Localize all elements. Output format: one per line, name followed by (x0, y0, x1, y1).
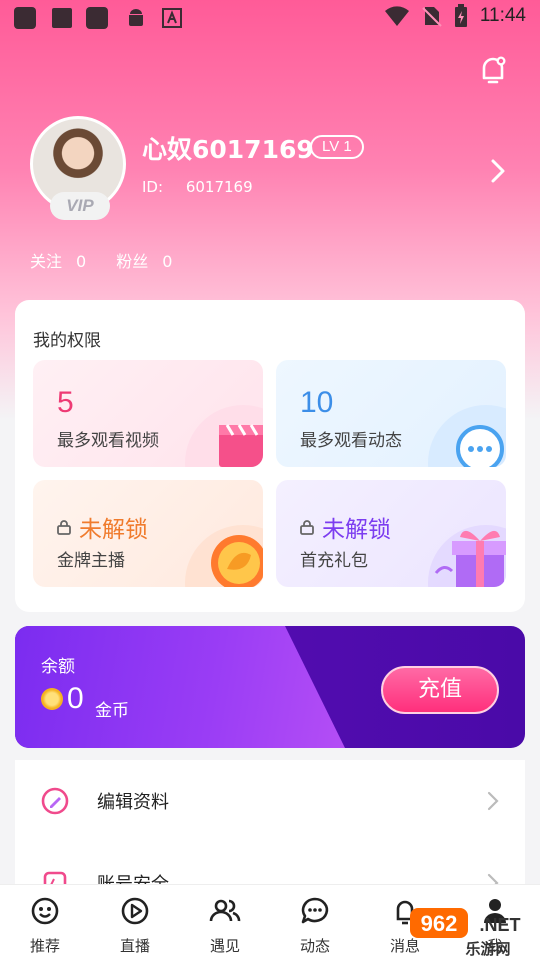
locked-status: 未解锁 (300, 510, 391, 544)
text-app-icon (162, 8, 182, 28)
tab-label: 直播 (119, 937, 150, 955)
tab-meet[interactable]: 遇见 (180, 885, 270, 960)
permission-tile-video[interactable]: 5 最多观看视频 (33, 360, 263, 467)
chat-bubble-icon (428, 405, 506, 467)
balance-panel (15, 626, 345, 748)
recharge-button[interactable]: 充值 (381, 666, 499, 714)
tab-label: 动态 (299, 937, 330, 955)
menu-item-account-security[interactable]: 账号安全 (15, 842, 525, 886)
lock-icon (57, 520, 71, 535)
menu-item-label: 编辑资料 (97, 792, 169, 813)
user-id-label: ID: (142, 178, 164, 196)
fans-label: 粉丝 (116, 252, 149, 271)
status-bar: 11:44 (0, 0, 540, 36)
menu-item-edit-profile[interactable]: 编辑资料 (15, 760, 525, 842)
watermark-suffix: .NET (479, 915, 520, 935)
settings-menu: 编辑资料 账号安全 (15, 760, 525, 886)
fans-stat[interactable]: 粉丝 0 (116, 248, 172, 272)
permission-tile-gold-host[interactable]: 未解锁 金牌主播 (33, 480, 263, 587)
watermark-number: 962 (421, 911, 458, 936)
user-id-value: 6017169 (185, 178, 253, 196)
balance-unit: 金币 (95, 701, 129, 721)
android-icon (129, 9, 143, 26)
locked-label: 未解锁 (322, 517, 391, 543)
avatar-wrap[interactable]: VIP (30, 116, 126, 220)
notification-icon (14, 7, 36, 29)
battery-icon (454, 4, 467, 27)
permission-tile-first-recharge[interactable]: 未解锁 首充礼包 (276, 480, 506, 587)
permissions-title: 我的权限 (33, 331, 101, 351)
notification-icon (86, 7, 108, 29)
permission-label: 最多观看视频 (57, 431, 159, 451)
lock-icon (300, 520, 314, 535)
chat-icon (301, 897, 329, 924)
permission-label: 最多观看动态 (300, 431, 402, 451)
permission-label: 金牌主播 (57, 551, 125, 571)
edit-icon (41, 787, 69, 815)
tab-label: 遇见 (209, 937, 240, 955)
permissions-card: 我的权限 5 最多观看视频 10 最多观看动态 未解锁 金牌主播 未解锁 首充礼… (15, 300, 525, 612)
tab-recommend[interactable]: 推荐 (0, 885, 90, 960)
locked-status: 未解锁 (57, 510, 148, 544)
fans-count: 0 (162, 252, 173, 271)
follow-count: 0 (76, 252, 87, 271)
level-badge: LV 1 (310, 135, 364, 159)
vip-badge: VIP (50, 192, 110, 220)
clapperboard-icon (185, 405, 263, 467)
username: 心奴6017169 (142, 135, 314, 164)
clock: 11:44 (479, 5, 526, 26)
balance-card: 余额 0 金币 充值 (15, 626, 525, 748)
balance-label: 余额 (41, 657, 75, 677)
permission-label: 首充礼包 (300, 551, 368, 571)
follow-stats: 关注 0 粉丝 0 (30, 248, 172, 272)
chevron-right-icon[interactable] (488, 158, 508, 184)
tab-label: 推荐 (29, 937, 60, 955)
play-icon (121, 897, 149, 925)
smile-icon (31, 897, 59, 925)
tab-live[interactable]: 直播 (90, 885, 180, 960)
tab-moments[interactable]: 动态 (270, 885, 360, 960)
no-sim-icon (422, 7, 442, 27)
people-icon (209, 899, 241, 922)
permission-value: 10 (300, 386, 334, 419)
permission-value: 5 (57, 386, 74, 419)
coin-icon (41, 688, 63, 710)
gift-box-icon (428, 525, 506, 587)
balance-amount: 0 (67, 682, 84, 715)
locked-label: 未解锁 (79, 517, 148, 543)
notification-icon (52, 8, 72, 28)
permission-tile-moments[interactable]: 10 最多观看动态 (276, 360, 506, 467)
user-id: ID: 6017169 (142, 178, 253, 196)
follow-label: 关注 (30, 252, 63, 271)
wifi-icon (384, 6, 409, 26)
watermark-text: 乐游网 (465, 940, 510, 958)
notification-bell-icon[interactable] (478, 54, 508, 88)
gold-medal-icon (185, 525, 263, 587)
chevron-right-icon (487, 791, 499, 811)
follow-stat[interactable]: 关注 0 (30, 248, 86, 272)
watermark-logo: 962 .NET 乐游网 (410, 908, 521, 958)
